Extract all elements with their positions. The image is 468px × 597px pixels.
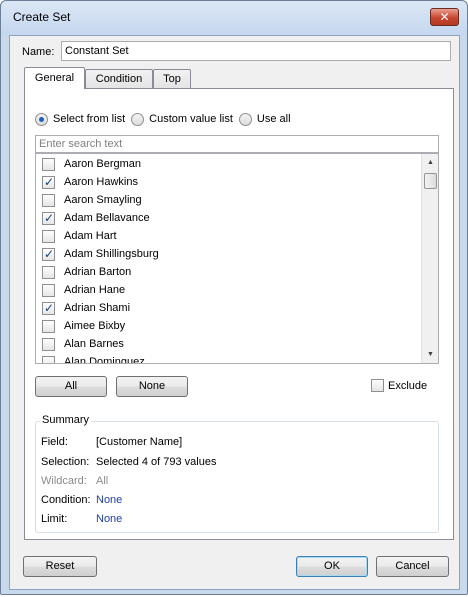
ok-button[interactable]: OK <box>296 556 368 577</box>
close-icon: ✕ <box>439 10 450 24</box>
list-item[interactable]: Adrian Barton <box>42 263 131 281</box>
list-item[interactable]: Adrian Hane <box>42 281 125 299</box>
none-button[interactable]: None <box>116 376 188 397</box>
list-item[interactable]: Aaron Hawkins <box>42 173 138 191</box>
scroll-up-icon[interactable]: ▲ <box>422 154 438 171</box>
select-from-list-label[interactable]: Select from list <box>53 113 125 125</box>
summary-group: Summary Field: [Customer Name] Selection… <box>35 414 439 533</box>
summary-limit-key: Limit: <box>41 513 68 525</box>
custom-value-list-label[interactable]: Custom value list <box>149 113 233 125</box>
item-checkbox[interactable] <box>42 193 55 207</box>
item-label: Alan Dominguez <box>64 356 145 364</box>
list-item[interactable]: Aaron Bergman <box>42 155 141 173</box>
item-label: Adrian Barton <box>64 266 132 278</box>
item-label: Aaron Hawkins <box>64 176 138 188</box>
item-checkbox[interactable] <box>42 319 55 333</box>
cancel-button[interactable]: Cancel <box>376 556 449 577</box>
summary-selection-value: Selected 4 of 793 values <box>96 456 217 468</box>
exclude-option[interactable]: Exclude <box>371 379 427 392</box>
exclude-checkbox[interactable] <box>371 379 384 392</box>
list-item[interactable]: Alan Barnes <box>42 335 124 353</box>
list-item[interactable]: Adam Shillingsburg <box>42 245 159 263</box>
item-checkbox[interactable] <box>42 301 55 315</box>
tab-condition-label: Condition <box>95 73 143 85</box>
selection-mode-group: Select from list Custom value list Use a… <box>35 111 297 127</box>
item-label: Aaron Bergman <box>64 158 142 170</box>
custom-value-list-radio[interactable] <box>131 112 145 126</box>
close-button[interactable]: ✕ <box>430 8 459 26</box>
create-set-dialog: Create Set ✕ Name: General Condition Top… <box>0 0 468 595</box>
list-item[interactable]: Adrian Shami <box>42 299 130 317</box>
item-checkbox[interactable] <box>42 337 55 351</box>
search-input[interactable] <box>35 135 439 153</box>
use-all-label[interactable]: Use all <box>257 113 291 125</box>
list-item[interactable]: Adam Hart <box>42 227 117 245</box>
name-label: Name: <box>22 46 55 58</box>
tab-condition[interactable]: Condition <box>85 69 153 89</box>
item-checkbox[interactable] <box>42 355 55 363</box>
summary-limit-link[interactable]: None <box>96 513 122 525</box>
exclude-label[interactable]: Exclude <box>388 380 427 392</box>
all-button[interactable]: All <box>35 376 107 397</box>
dialog-title: Create Set <box>13 10 71 24</box>
item-checkbox[interactable] <box>42 211 55 225</box>
list-item[interactable]: Alan Dominguez <box>42 353 145 364</box>
list-item[interactable]: Aaron Smayling <box>42 191 142 209</box>
summary-condition-key: Condition: <box>41 494 91 506</box>
item-checkbox[interactable] <box>42 157 55 171</box>
tab-general-label: General <box>34 72 75 84</box>
item-label: Adam Shillingsburg <box>64 248 159 260</box>
item-label: Adrian Hane <box>64 284 126 296</box>
use-all-radio[interactable] <box>238 112 252 126</box>
item-label: Aimee Bixby <box>64 320 126 332</box>
summary-title: Summary <box>40 414 92 426</box>
item-checkbox[interactable] <box>42 265 55 279</box>
list-scrollbar[interactable]: ▲ ▼ <box>421 154 438 363</box>
summary-selection-key: Selection: <box>41 456 90 468</box>
title-bar[interactable]: Create Set ✕ <box>1 1 467 35</box>
tab-top[interactable]: Top <box>153 69 191 89</box>
item-label: Alan Barnes <box>64 338 124 350</box>
summary-field-key: Field: <box>41 436 68 448</box>
select-from-list-radio[interactable] <box>35 112 48 126</box>
reset-button[interactable]: Reset <box>23 556 97 577</box>
summary-field-value: [Customer Name] <box>96 436 183 448</box>
summary-wildcard-key: Wildcard: <box>41 475 87 487</box>
general-tab-panel: Select from list Custom value list Use a… <box>24 88 454 540</box>
dialog-body: Name: General Condition Top Select from … <box>9 35 460 590</box>
item-checkbox[interactable] <box>42 175 55 189</box>
item-label: Adam Hart <box>64 230 117 242</box>
scrollbar-thumb[interactable] <box>424 173 437 189</box>
name-input[interactable] <box>61 41 451 61</box>
scroll-down-icon[interactable]: ▼ <box>422 346 438 363</box>
item-label: Adrian Shami <box>64 302 131 314</box>
item-checkbox[interactable] <box>42 247 55 261</box>
values-list: Aaron Bergman Aaron Hawkins Aaron Smayli… <box>35 153 439 364</box>
item-checkbox[interactable] <box>42 283 55 297</box>
item-label: Aaron Smayling <box>64 194 142 206</box>
summary-wildcard-value: All <box>96 475 109 487</box>
list-item[interactable]: Aimee Bixby <box>42 317 125 335</box>
tab-general[interactable]: General <box>24 67 85 89</box>
item-checkbox[interactable] <box>42 229 55 243</box>
tab-top-label: Top <box>163 73 181 85</box>
list-item[interactable]: Adam Bellavance <box>42 209 150 227</box>
item-label: Adam Bellavance <box>64 212 150 224</box>
summary-condition-link[interactable]: None <box>96 494 122 506</box>
